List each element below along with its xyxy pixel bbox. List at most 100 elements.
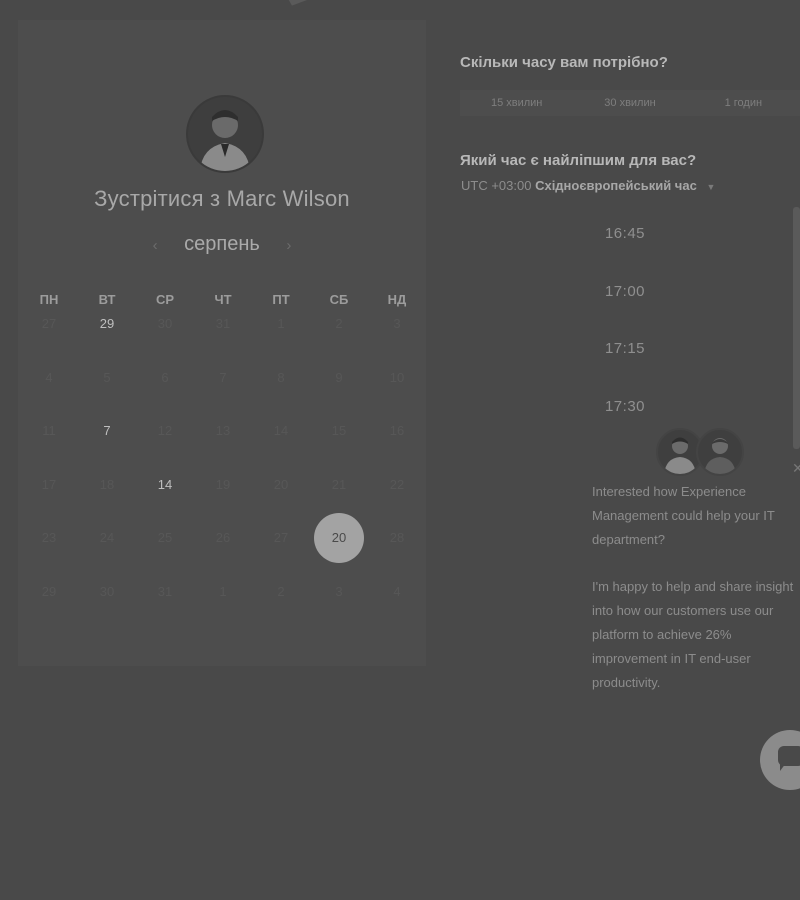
duration-question: Скільки часу вам потрібно? xyxy=(460,54,668,71)
day-number: 9 xyxy=(335,369,343,385)
chevron-left-icon[interactable]: ‹ xyxy=(140,237,170,254)
day-number: 3 xyxy=(393,316,401,331)
duration-option-15[interactable]: 15 хвилин xyxy=(460,90,573,116)
calendar-week: 27 29 30 31 1 2 3 xyxy=(20,296,426,350)
chat-launcher-button[interactable] xyxy=(760,730,800,790)
calendar-day: 13 xyxy=(194,403,252,457)
timezone-select[interactable]: UTC +03:00 Східноєвропейський час ▼ xyxy=(461,178,715,193)
calendar-day: 4 xyxy=(368,564,426,618)
day-number: 30 xyxy=(99,583,115,599)
calendar-day: 21 xyxy=(310,457,368,511)
calendar-day[interactable]: 14 xyxy=(136,457,194,511)
calendar-day: 18 xyxy=(78,457,136,511)
time-slot-list: 16:45 17:00 17:15 17:30 xyxy=(520,214,730,444)
calendar-week: 17 18 14 19 20 21 22 xyxy=(20,457,426,511)
day-number: 7 xyxy=(103,423,111,438)
calendar-day: 5 xyxy=(78,350,136,404)
calendar-day: 3 xyxy=(310,564,368,618)
chat-message-paragraph: I'm happy to help and share insight into… xyxy=(592,579,794,690)
calendar-day: 11 xyxy=(20,403,78,457)
calendar-day: 27 xyxy=(20,296,78,350)
day-number: 24 xyxy=(99,530,115,545)
calendar-day: 20 xyxy=(252,457,310,511)
close-icon[interactable]: ✕ xyxy=(792,460,800,477)
calendar-day: 25 xyxy=(136,510,194,564)
calendar-day: 1 xyxy=(194,564,252,618)
day-number: 21 xyxy=(331,476,347,492)
calendar-day: 19 xyxy=(194,457,252,511)
day-number: 5 xyxy=(103,369,111,385)
day-number: 13 xyxy=(215,423,231,438)
calendar-day: 27 xyxy=(252,510,310,564)
calendar-day: 2 xyxy=(310,296,368,350)
calendar-day-selected[interactable]: 20 xyxy=(310,510,368,564)
calendar-day: 10 xyxy=(368,350,426,404)
duration-option-30[interactable]: 30 хвилин xyxy=(573,90,686,116)
chevron-right-icon[interactable]: › xyxy=(274,237,304,254)
calendar-week: 4 5 6 7 8 9 10 xyxy=(20,350,426,404)
day-number: 20 xyxy=(273,476,289,492)
calendar-day: 16 xyxy=(368,403,426,457)
day-number: 4 xyxy=(393,583,401,599)
duration-selector: 15 хвилин 30 хвилин 1 годин xyxy=(460,90,800,116)
time-slot[interactable]: 17:00 xyxy=(520,272,730,330)
calendar-day: 7 xyxy=(194,350,252,404)
timezone-name: Східноєвропейський час xyxy=(535,178,697,193)
day-number: 8 xyxy=(277,369,285,385)
host-avatar xyxy=(186,95,264,173)
calendar-day: 29 xyxy=(20,564,78,618)
day-number: 14 xyxy=(157,476,173,492)
calendar-day: 17 xyxy=(20,457,78,511)
time-list-scrollbar[interactable] xyxy=(793,207,800,449)
day-number: 23 xyxy=(41,530,57,545)
time-question: Який час є найліпшим для вас? xyxy=(460,152,697,169)
day-number: 15 xyxy=(331,423,347,438)
day-number: 11 xyxy=(42,423,56,438)
time-slot[interactable]: 16:45 xyxy=(520,214,730,272)
calendar-day: 23 xyxy=(20,510,78,564)
meeting-title: Зустрітися з Marc Wilson xyxy=(94,186,350,211)
calendar-day: 30 xyxy=(136,296,194,350)
calendar-day: 28 xyxy=(368,510,426,564)
day-number: 16 xyxy=(389,423,405,438)
calendar-day: 26 xyxy=(194,510,252,564)
time-slot[interactable]: 17:15 xyxy=(520,329,730,387)
calendar-day[interactable]: 29 xyxy=(78,296,136,350)
calendar-week: 11 7 12 13 14 15 16 xyxy=(20,403,426,457)
timezone-offset: UTC +03:00 xyxy=(461,178,532,193)
calendar-day: 8 xyxy=(252,350,310,404)
day-number: 7 xyxy=(219,369,227,385)
caret-down-icon: ▼ xyxy=(706,182,716,192)
popover-arrow xyxy=(278,0,310,11)
day-number: 27 xyxy=(41,316,57,331)
day-number: 4 xyxy=(45,369,53,385)
duration-option-60[interactable]: 1 годин xyxy=(687,90,800,116)
calendar-day: 22 xyxy=(368,457,426,511)
calendar-day[interactable]: 7 xyxy=(78,403,136,457)
day-number: 22 xyxy=(389,476,405,492)
day-number: 10 xyxy=(389,369,405,385)
day-number: 27 xyxy=(273,530,289,545)
month-label: серпень xyxy=(184,233,260,255)
day-number: 18 xyxy=(99,476,115,492)
day-number: 25 xyxy=(157,530,173,545)
calendar-day: 14 xyxy=(252,403,310,457)
calendar-day: 2 xyxy=(252,564,310,618)
calendar-week: 23 24 25 26 27 20 28 xyxy=(20,510,426,564)
day-number: 3 xyxy=(335,583,343,599)
day-number: 1 xyxy=(277,316,285,331)
calendar-week: 29 30 31 1 2 3 4 xyxy=(20,564,426,618)
day-number: 26 xyxy=(215,530,231,545)
day-number: 14 xyxy=(273,423,289,438)
calendar-day: 9 xyxy=(310,350,368,404)
chat-message-paragraph: Interested how Experience Management cou… xyxy=(592,484,775,547)
day-number: 1 xyxy=(219,583,227,599)
calendar-day: 12 xyxy=(136,403,194,457)
day-number: 29 xyxy=(99,316,115,331)
day-number: 2 xyxy=(277,583,285,599)
calendar-day: 1 xyxy=(252,296,310,350)
day-number: 20 xyxy=(314,513,364,563)
day-number: 2 xyxy=(335,316,343,331)
calendar-day: 6 xyxy=(136,350,194,404)
calendar-day: 4 xyxy=(20,350,78,404)
